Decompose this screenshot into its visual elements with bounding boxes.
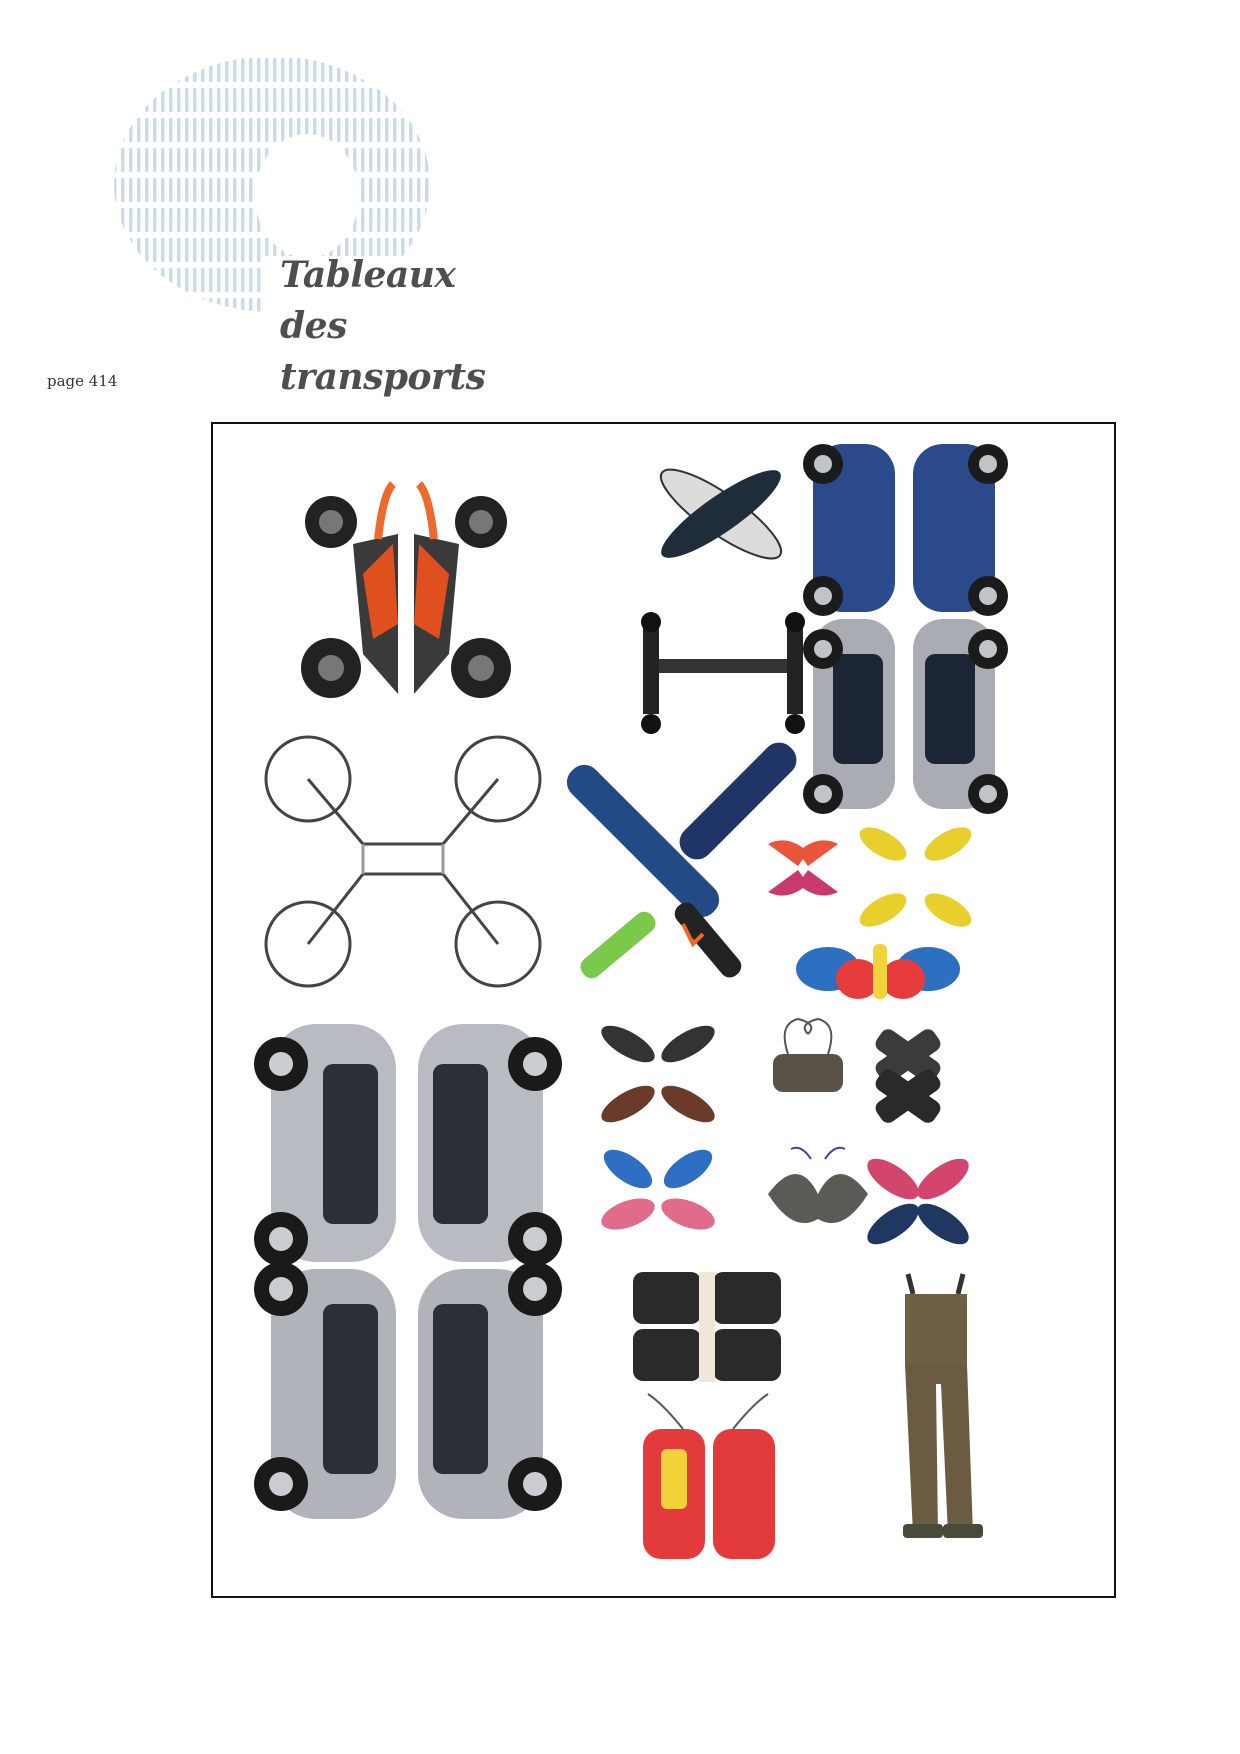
- ice-skates-collage-image: [633, 1272, 781, 1382]
- page-number: page 414: [47, 372, 118, 390]
- sandals-collage-image: [601, 1025, 715, 1123]
- ripstik-collage-image: [659, 468, 783, 560]
- boots-collage-image: [773, 1017, 843, 1092]
- motorcycle-collage-image: [301, 481, 511, 698]
- section-title: Tableaux des transports: [280, 250, 486, 403]
- sneakers-blue-pink-collage-image: [601, 1149, 715, 1230]
- sleds-collage-image: [643, 1393, 775, 1559]
- title-line-3: transports: [280, 356, 486, 398]
- skateboard-collage-image: [566, 742, 797, 979]
- wellies-collage-image: [875, 1029, 941, 1123]
- title-line-1: Tableaux: [280, 254, 456, 296]
- bicycle-collage-image: [264, 735, 542, 988]
- waders-collage-image: [903, 1273, 983, 1538]
- mountainboard-collage-image: [641, 612, 805, 734]
- kids-shoes-collage-image: [796, 944, 960, 999]
- butterfly-shoes-collage-image: [768, 1146, 868, 1224]
- sneaker-yellow-collage-image: [859, 827, 972, 927]
- blue-smart-car-collage-image: [803, 444, 1008, 814]
- silver-smart-car-collage-image: [254, 1024, 562, 1519]
- title-line-2: des: [280, 305, 347, 347]
- collage-frame: [211, 422, 1116, 1598]
- pink-shoes-collage-image: [867, 1158, 969, 1245]
- heels-collage-image: [768, 840, 838, 896]
